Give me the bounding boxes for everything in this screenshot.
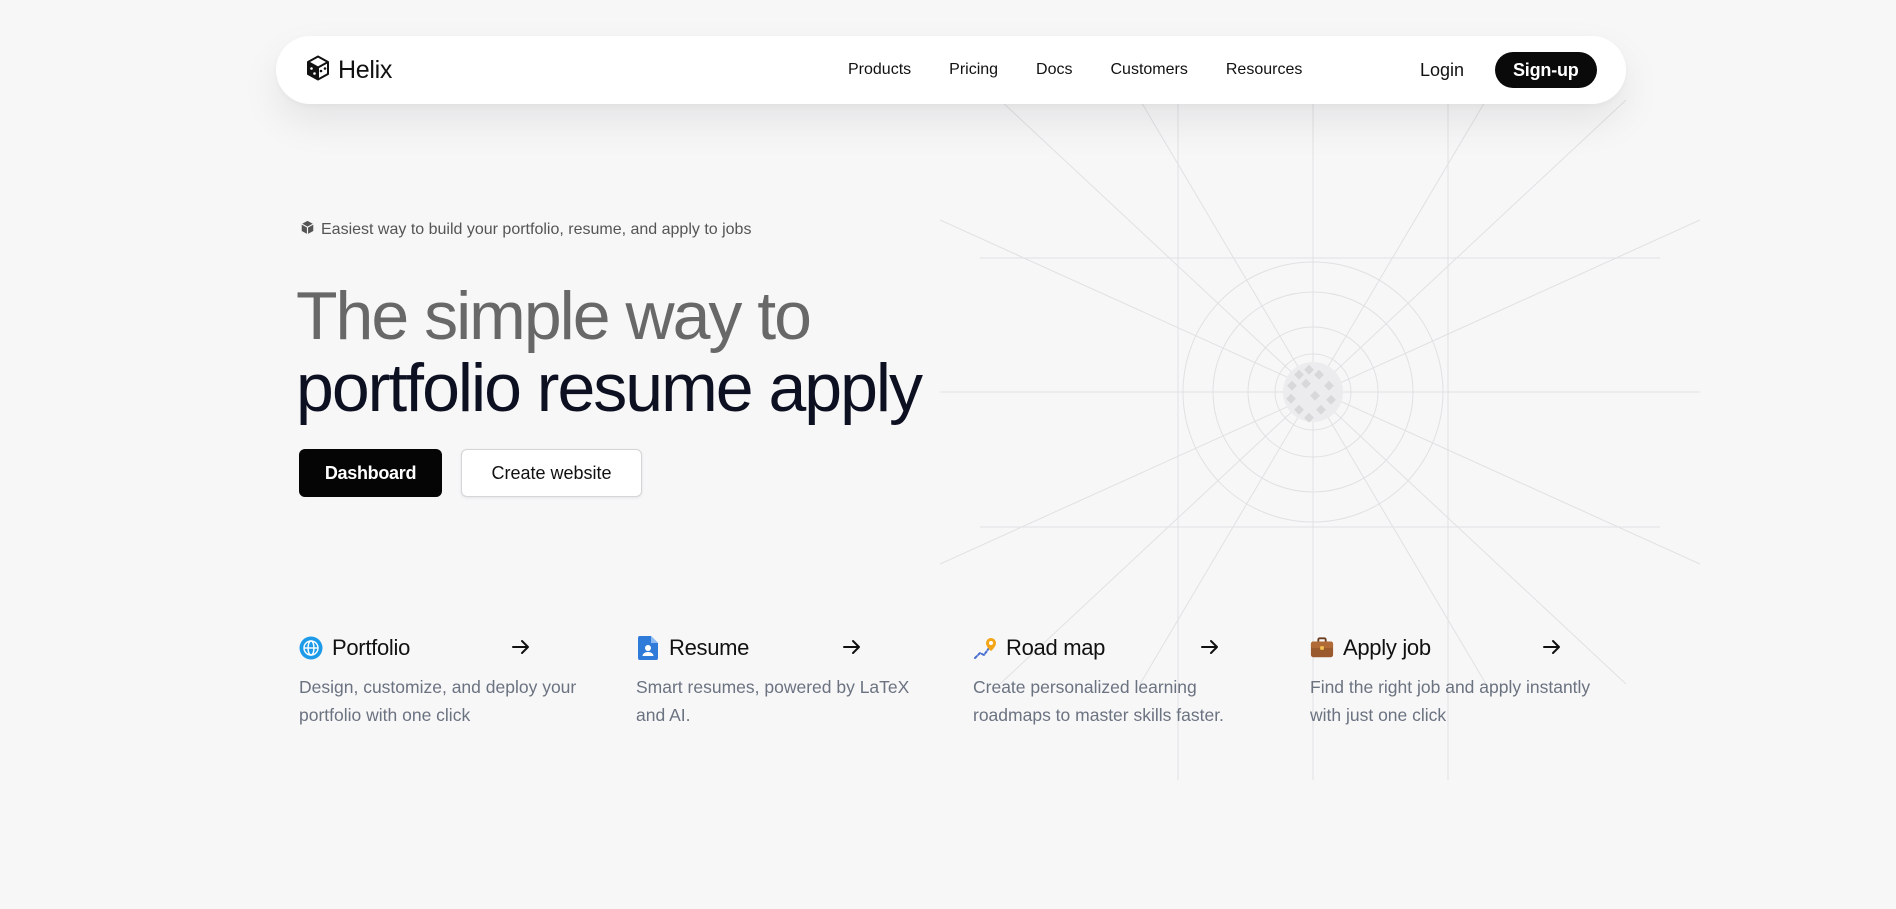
feature-title: Portfolio [332,635,411,660]
nav-link-pricing[interactable]: Pricing [949,61,998,79]
feature-header[interactable]: Road map [973,633,1273,663]
feature-description: Create personalized learning roadmaps to… [973,677,1224,725]
cube-small-icon [300,220,315,240]
feature-title: Road map [1006,635,1106,660]
nav-link-resources[interactable]: Resources [1226,61,1302,79]
arrow-right-icon[interactable] [511,636,531,658]
top-navbar: Helix Products Pricing Docs Customers Re… [276,36,1626,104]
briefcase-icon [1310,636,1334,660]
route-pin-icon [973,636,997,660]
tagline-text: Easiest way to build your portfolio, res… [321,221,752,238]
signup-button[interactable]: Sign-up [1495,52,1597,88]
feature-header[interactable]: Resume [636,633,936,663]
feature-header[interactable]: Apply job [1310,633,1610,663]
nav-links: Products Pricing Docs Customers Resource… [848,36,1302,104]
arrow-right-icon[interactable] [1542,636,1562,658]
create-website-button[interactable]: Create website [461,449,642,497]
nav-link-products[interactable]: Products [848,61,911,79]
brand-logo[interactable]: Helix [306,36,392,104]
arrow-right-icon[interactable] [842,636,862,658]
feature-apply-job: Apply job Find the right job and apply i… [1310,633,1610,729]
hero-tagline: Easiest way to build your portfolio, res… [300,220,751,240]
feature-title: Apply job [1343,635,1431,660]
globe-icon [299,636,323,660]
feature-description: Smart resumes, powered by LaTeX and AI. [636,677,910,725]
feature-portfolio: Portfolio Design, customize, and deploy … [299,633,599,729]
feature-description: Design, customize, and deploy your portf… [299,677,577,725]
dashboard-button[interactable]: Dashboard [299,449,442,497]
feature-resume: Resume Smart resumes, powered by LaTeX a… [636,633,936,729]
headline-line-2: portfolio resume apply [296,350,923,426]
page: Helix Products Pricing Docs Customers Re… [0,0,1896,909]
feature-road-map: Road map Create personalized learning ro… [973,633,1273,729]
feature-description: Find the right job and apply instantly w… [1310,677,1591,725]
feature-title: Resume [669,635,750,660]
cube-logo-icon [306,55,330,86]
headline-line-1: The simple way to [296,278,812,354]
hero-headline: The simple way to portfolio resume apply [296,278,923,426]
nav-link-customers[interactable]: Customers [1111,61,1188,79]
arrow-right-icon[interactable] [1200,636,1220,658]
document-icon [636,636,660,660]
feature-header[interactable]: Portfolio [299,633,599,663]
brand-name: Helix [338,55,393,84]
nav-link-docs[interactable]: Docs [1036,61,1072,79]
login-link[interactable]: Login [1420,36,1464,104]
